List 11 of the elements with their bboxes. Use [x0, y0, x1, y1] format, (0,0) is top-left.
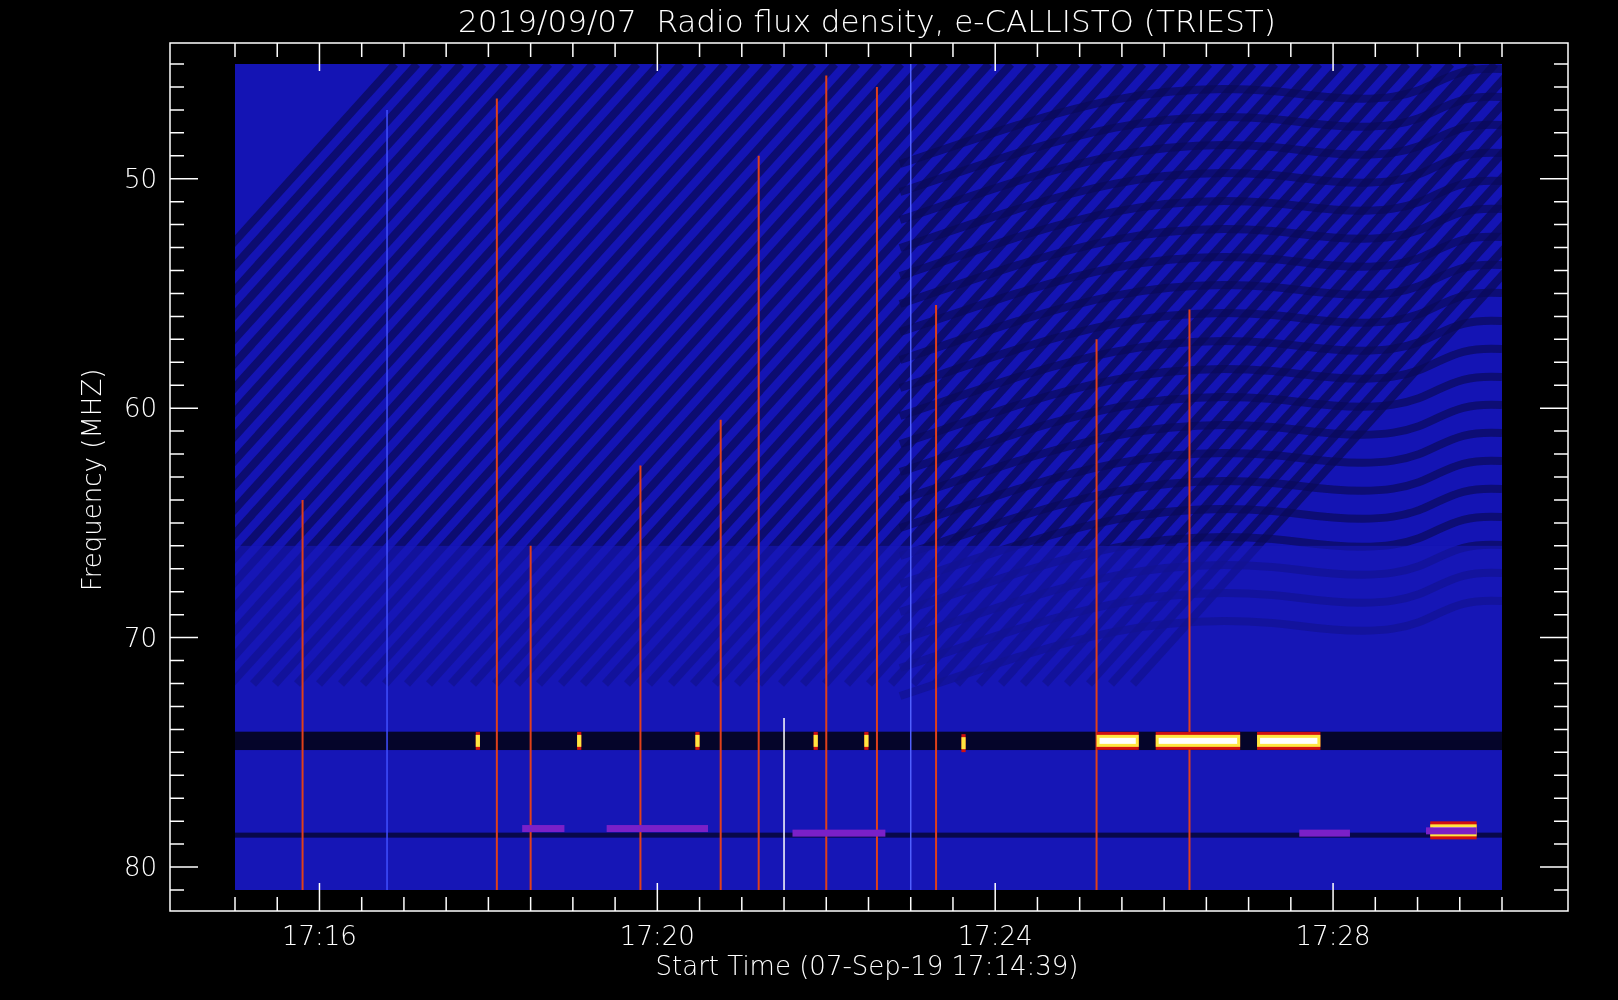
tick-label: 50: [123, 163, 157, 194]
tick-label: 17:28: [1295, 921, 1371, 951]
tick-label: 17:24: [957, 921, 1033, 951]
tick-label: 80: [123, 852, 157, 883]
axis-label: Start Time (07-Sep-19 17:14:39): [655, 951, 1079, 981]
tick-label: 60: [123, 393, 157, 424]
plot-title: 2019/09/07 Radio flux density, e-CALLISTO (TRIEST): [458, 3, 1276, 39]
tick-label: 17:16: [282, 921, 357, 951]
tick-label: 17:20: [619, 921, 695, 951]
tick-label: 70: [123, 622, 157, 653]
axis-label: Frequency (MHZ): [77, 368, 107, 592]
